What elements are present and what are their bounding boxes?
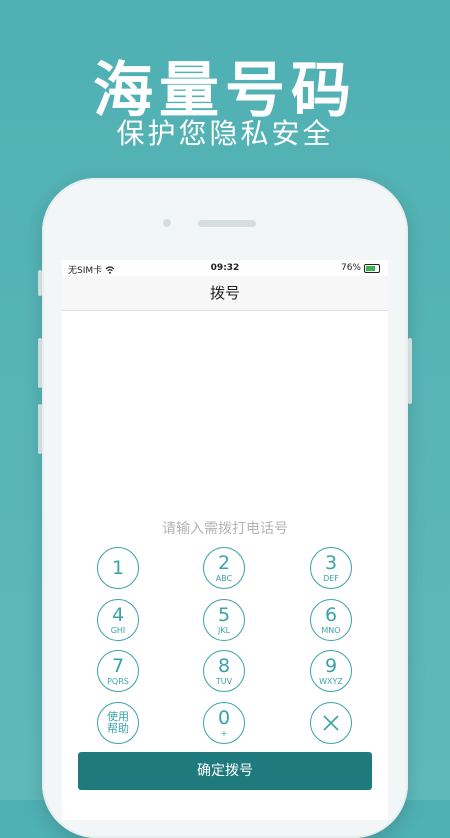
key-letters: DEF [323, 573, 339, 583]
key-1[interactable]: 1 [97, 547, 139, 589]
key-digit: 9 [324, 654, 338, 677]
key-digit: 6 [324, 603, 338, 626]
key-letters: JKL [217, 625, 231, 635]
key-5[interactable]: 5 JKL [203, 599, 245, 641]
mute-switch [38, 270, 42, 296]
phone-mockup: 无SIM卡 09:32 76% 拨号 请输入需拨打电话号 1 2 ABC 3 D… [38, 178, 412, 838]
key-2[interactable]: 2 ABC [203, 547, 245, 589]
key-digit: 4 [111, 603, 125, 626]
key-digit: 2 [217, 551, 231, 574]
key-digit: 8 [217, 654, 231, 677]
status-bar: 无SIM卡 09:32 76% [62, 260, 388, 276]
key-letters: MNO [321, 625, 341, 635]
key-digit: 7 [111, 654, 125, 677]
key-8[interactable]: 8 TUV [203, 650, 245, 692]
delete-button[interactable] [310, 702, 352, 744]
volume-up-button [38, 338, 42, 388]
confirm-dial-button[interactable]: 确定拨号 [78, 752, 372, 790]
help-button[interactable]: 使用 帮助 [97, 702, 139, 744]
key-0[interactable]: 0 + [203, 702, 245, 744]
key-digit: 0 [217, 706, 231, 729]
key-letters: WXYZ [319, 676, 343, 686]
volume-down-button [38, 404, 42, 454]
power-button [408, 338, 412, 404]
key-digit: 5 [217, 603, 231, 626]
key-letters: + [220, 728, 228, 738]
close-icon [323, 715, 339, 731]
key-letters: GHI [110, 625, 126, 635]
key-4[interactable]: 4 GHI [97, 599, 139, 641]
key-letters: ABC [215, 573, 233, 583]
earpiece-speaker [198, 220, 256, 227]
key-letters: TUV [215, 676, 233, 686]
front-camera [163, 219, 171, 227]
battery-icon [364, 263, 380, 273]
phone-screen: 无SIM卡 09:32 76% 拨号 请输入需拨打电话号 1 2 ABC 3 D… [62, 260, 388, 820]
key-digit: 1 [111, 556, 125, 579]
help-label-line2: 帮助 [107, 722, 129, 735]
key-7[interactable]: 7 PQRS [97, 650, 139, 692]
nav-title: 拨号 [62, 276, 388, 311]
key-digit: 3 [324, 551, 338, 574]
battery-percent: 76% [340, 263, 361, 273]
hero-subtitle: 保护您隐私安全 [116, 117, 334, 150]
key-letters: PQRS [107, 676, 129, 686]
phone-number-input[interactable]: 请输入需拨打电话号 [62, 518, 388, 538]
key-9[interactable]: 9 WXYZ [310, 650, 352, 692]
key-3[interactable]: 3 DEF [310, 547, 352, 589]
key-6[interactable]: 6 MNO [310, 599, 352, 641]
status-time: 09:32 [210, 263, 240, 273]
